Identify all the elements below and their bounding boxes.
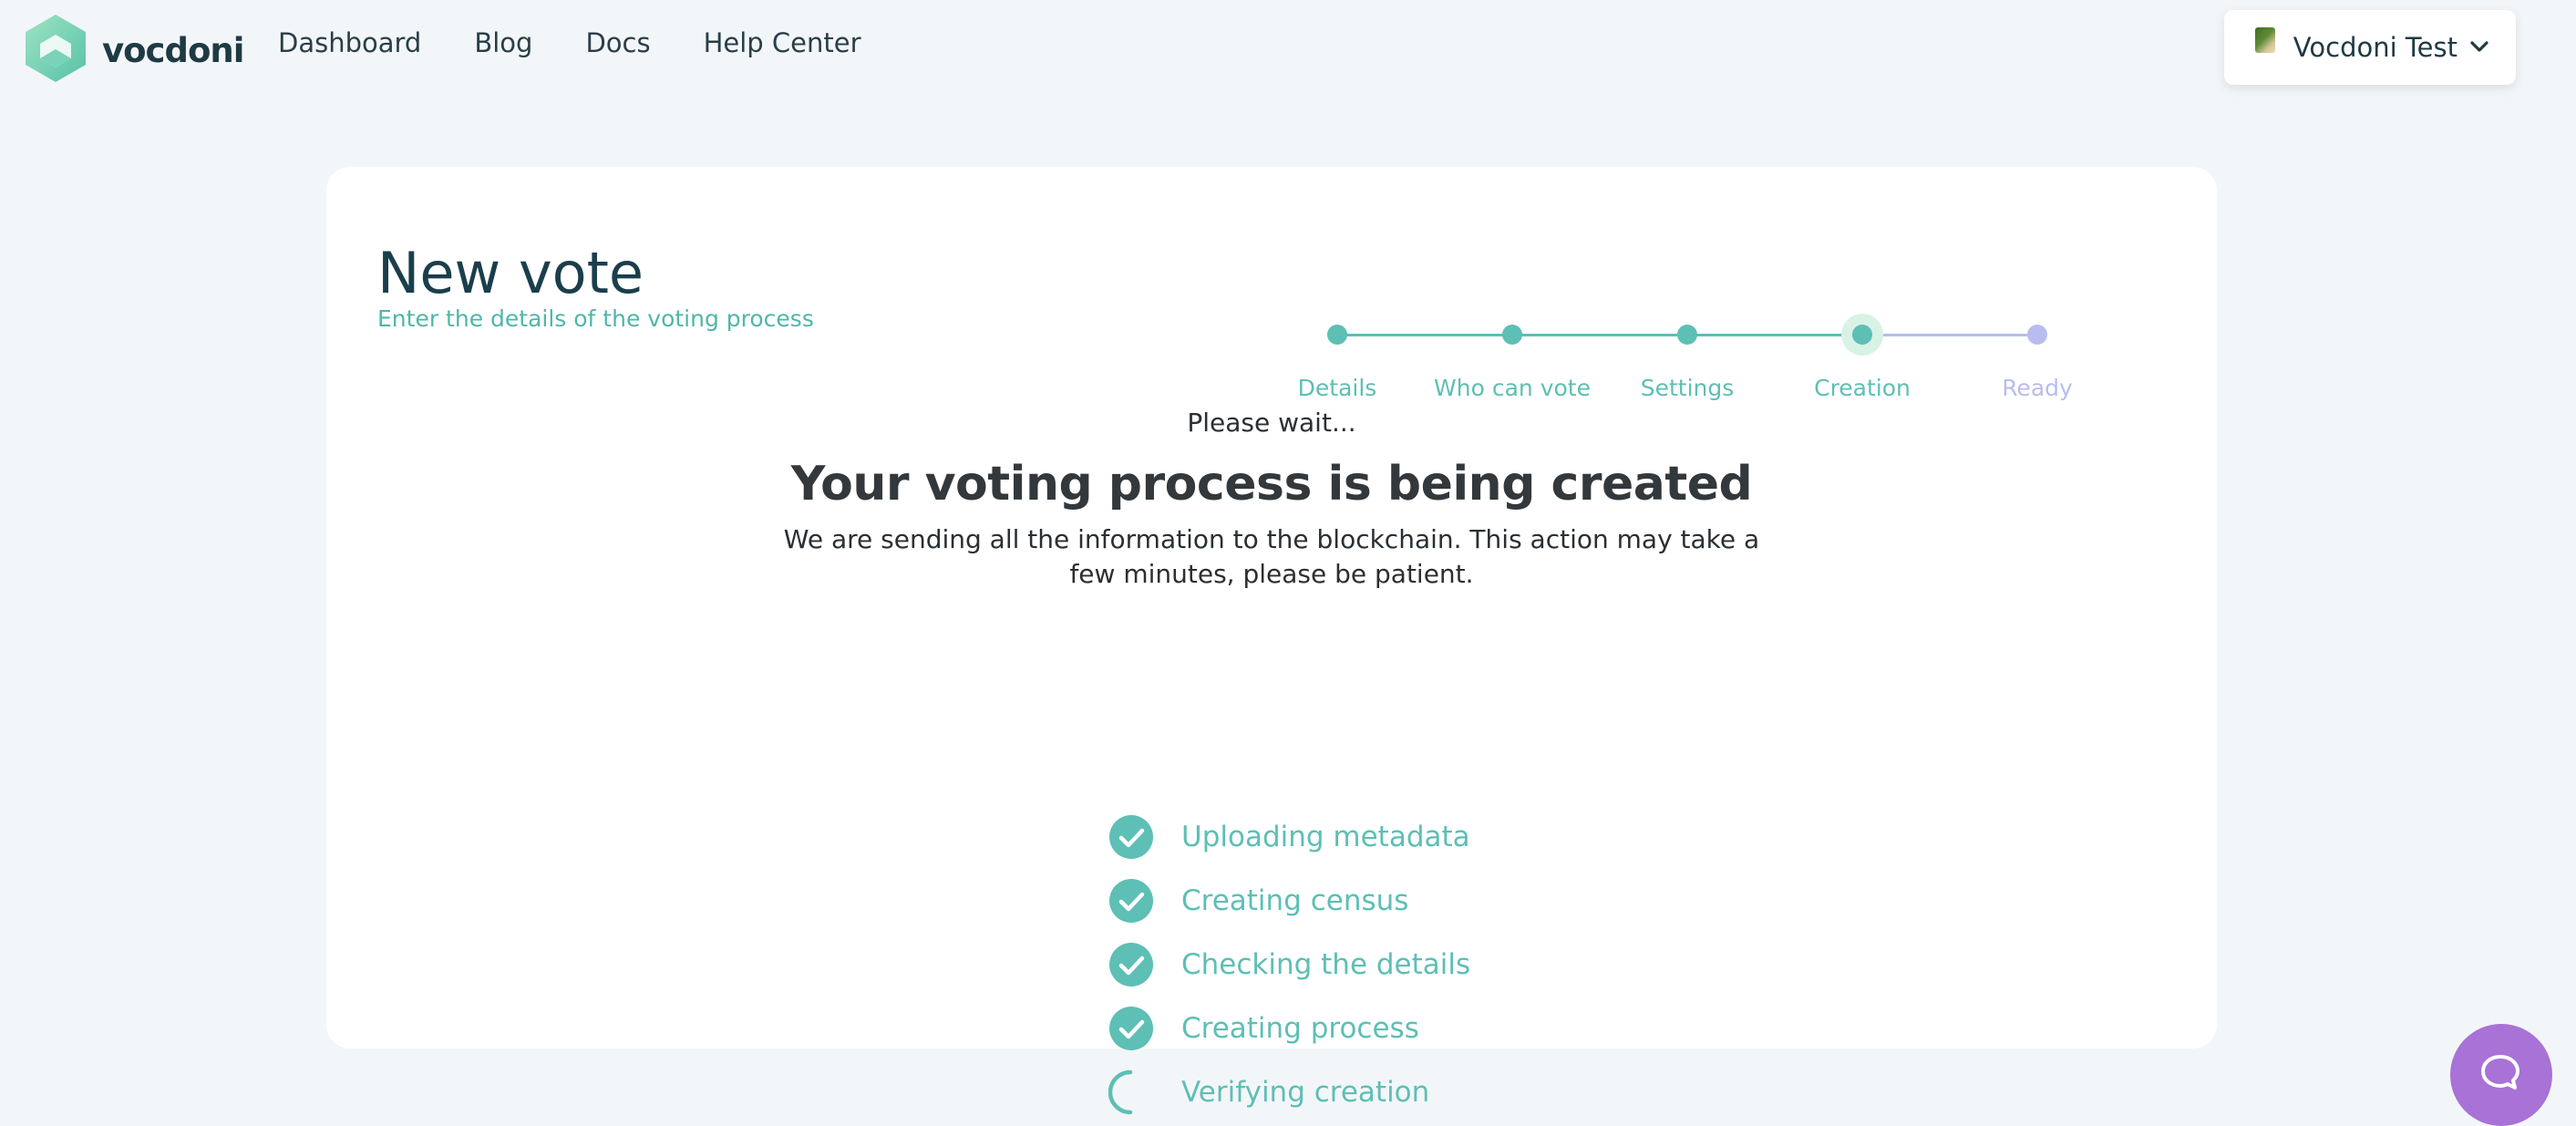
status-headline: Your voting process is being created: [790, 457, 1753, 511]
check-circle-icon: [1108, 1006, 1154, 1051]
chat-button[interactable]: [2450, 1024, 2552, 1126]
task-label: Verifying creation: [1181, 1076, 1430, 1109]
nav-dashboard[interactable]: Dashboard: [278, 27, 421, 58]
step-dot-who-can-vote: [1502, 325, 1522, 345]
step-label-ready: Ready: [2002, 375, 2073, 401]
step-label-who-can-vote: Who can vote: [1434, 375, 1591, 401]
nav-help-center[interactable]: Help Center: [704, 27, 861, 58]
check-circle-icon: [1108, 878, 1154, 924]
task-item: Verifying creation: [1108, 1069, 1655, 1115]
logo-text: vocdoni: [102, 30, 244, 70]
wait-text: Please wait...: [1187, 408, 1356, 438]
step-dot-details: [1327, 325, 1347, 345]
step-label-creation: Creation: [1814, 375, 1911, 401]
account-menu-button[interactable]: Vocdoni Test: [2224, 10, 2516, 85]
nav-blog[interactable]: Blog: [474, 27, 532, 58]
task-item: Checking the details: [1108, 942, 1655, 987]
check-circle-icon: [1108, 942, 1154, 987]
step-label-details: Details: [1297, 375, 1377, 401]
account-name: Vocdoni Test: [2293, 32, 2458, 63]
check-circle-icon: [1108, 814, 1154, 860]
top-navigation: vocdoni Dashboard Blog Docs Help Center …: [0, 0, 2576, 91]
stepper-line-completed: [1337, 334, 1862, 336]
stepper-line-pending: [1862, 334, 2036, 336]
progress-stepper: Details Who can vote Settings Creation R…: [1293, 240, 2204, 401]
task-label: Checking the details: [1181, 948, 1471, 981]
task-label: Creating census: [1181, 884, 1409, 917]
step-dot-creation: [1852, 325, 1872, 345]
chevron-down-icon: [2458, 39, 2488, 57]
task-label: Creating process: [1181, 1012, 1419, 1045]
main-nav: Dashboard Blog Docs Help Center: [278, 27, 861, 58]
spinner-icon: [1108, 1069, 1154, 1115]
logo[interactable]: vocdoni: [24, 13, 244, 88]
new-vote-card: New vote Enter the details of the voting…: [326, 167, 2217, 1115]
page-subtitle: Enter the details of the voting process: [377, 305, 814, 332]
nav-docs[interactable]: Docs: [585, 27, 650, 58]
status-description: We are sending all the information to th…: [783, 524, 1760, 589]
page-title: New vote: [377, 240, 644, 306]
task-item: Uploading metadata: [1108, 814, 1655, 860]
step-label-settings: Settings: [1640, 375, 1735, 401]
step-dot-settings: [1677, 325, 1697, 345]
task-item: Creating census: [1108, 878, 1655, 924]
avatar: [2255, 27, 2275, 53]
task-item: Creating process: [1108, 1006, 1655, 1051]
vocdoni-logo-icon: [24, 13, 88, 88]
task-label: Uploading metadata: [1181, 821, 1470, 853]
step-dot-ready: [2027, 325, 2047, 345]
